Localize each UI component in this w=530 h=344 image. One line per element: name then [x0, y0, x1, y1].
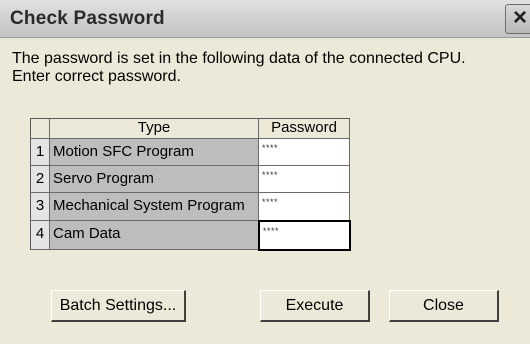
- close-button[interactable]: Close: [389, 290, 499, 322]
- password-table: Type Password 1 Motion SFC Program **** …: [30, 118, 351, 251]
- batch-settings-button[interactable]: Batch Settings...: [51, 290, 186, 322]
- password-field[interactable]: ****: [259, 166, 350, 193]
- message-line-1: The password is set in the following dat…: [12, 50, 466, 67]
- row-type: Motion SFC Program: [50, 139, 259, 166]
- row-number: 1: [31, 139, 50, 166]
- check-password-dialog: Check Password × The password is set in …: [0, 0, 530, 344]
- row-type: Servo Program: [50, 166, 259, 193]
- header-password: Password: [259, 119, 350, 139]
- header-type: Type: [50, 119, 259, 139]
- password-field[interactable]: ****: [258, 220, 351, 251]
- message-line-2: Enter correct password.: [12, 68, 181, 85]
- password-field[interactable]: ****: [259, 193, 350, 221]
- header-corner: [31, 119, 50, 139]
- close-icon[interactable]: ×: [505, 4, 530, 34]
- row-type: Mechanical System Program: [50, 193, 259, 221]
- dialog-title: Check Password: [10, 8, 165, 29]
- title-bar: Check Password ×: [0, 0, 530, 38]
- row-number: 2: [31, 166, 50, 193]
- message: The password is set in the following dat…: [12, 50, 466, 86]
- row-type: Cam Data: [50, 221, 259, 250]
- row-number: 3: [31, 193, 50, 221]
- execute-button[interactable]: Execute: [260, 290, 370, 322]
- row-number: 4: [31, 221, 50, 250]
- password-field[interactable]: ****: [259, 139, 350, 166]
